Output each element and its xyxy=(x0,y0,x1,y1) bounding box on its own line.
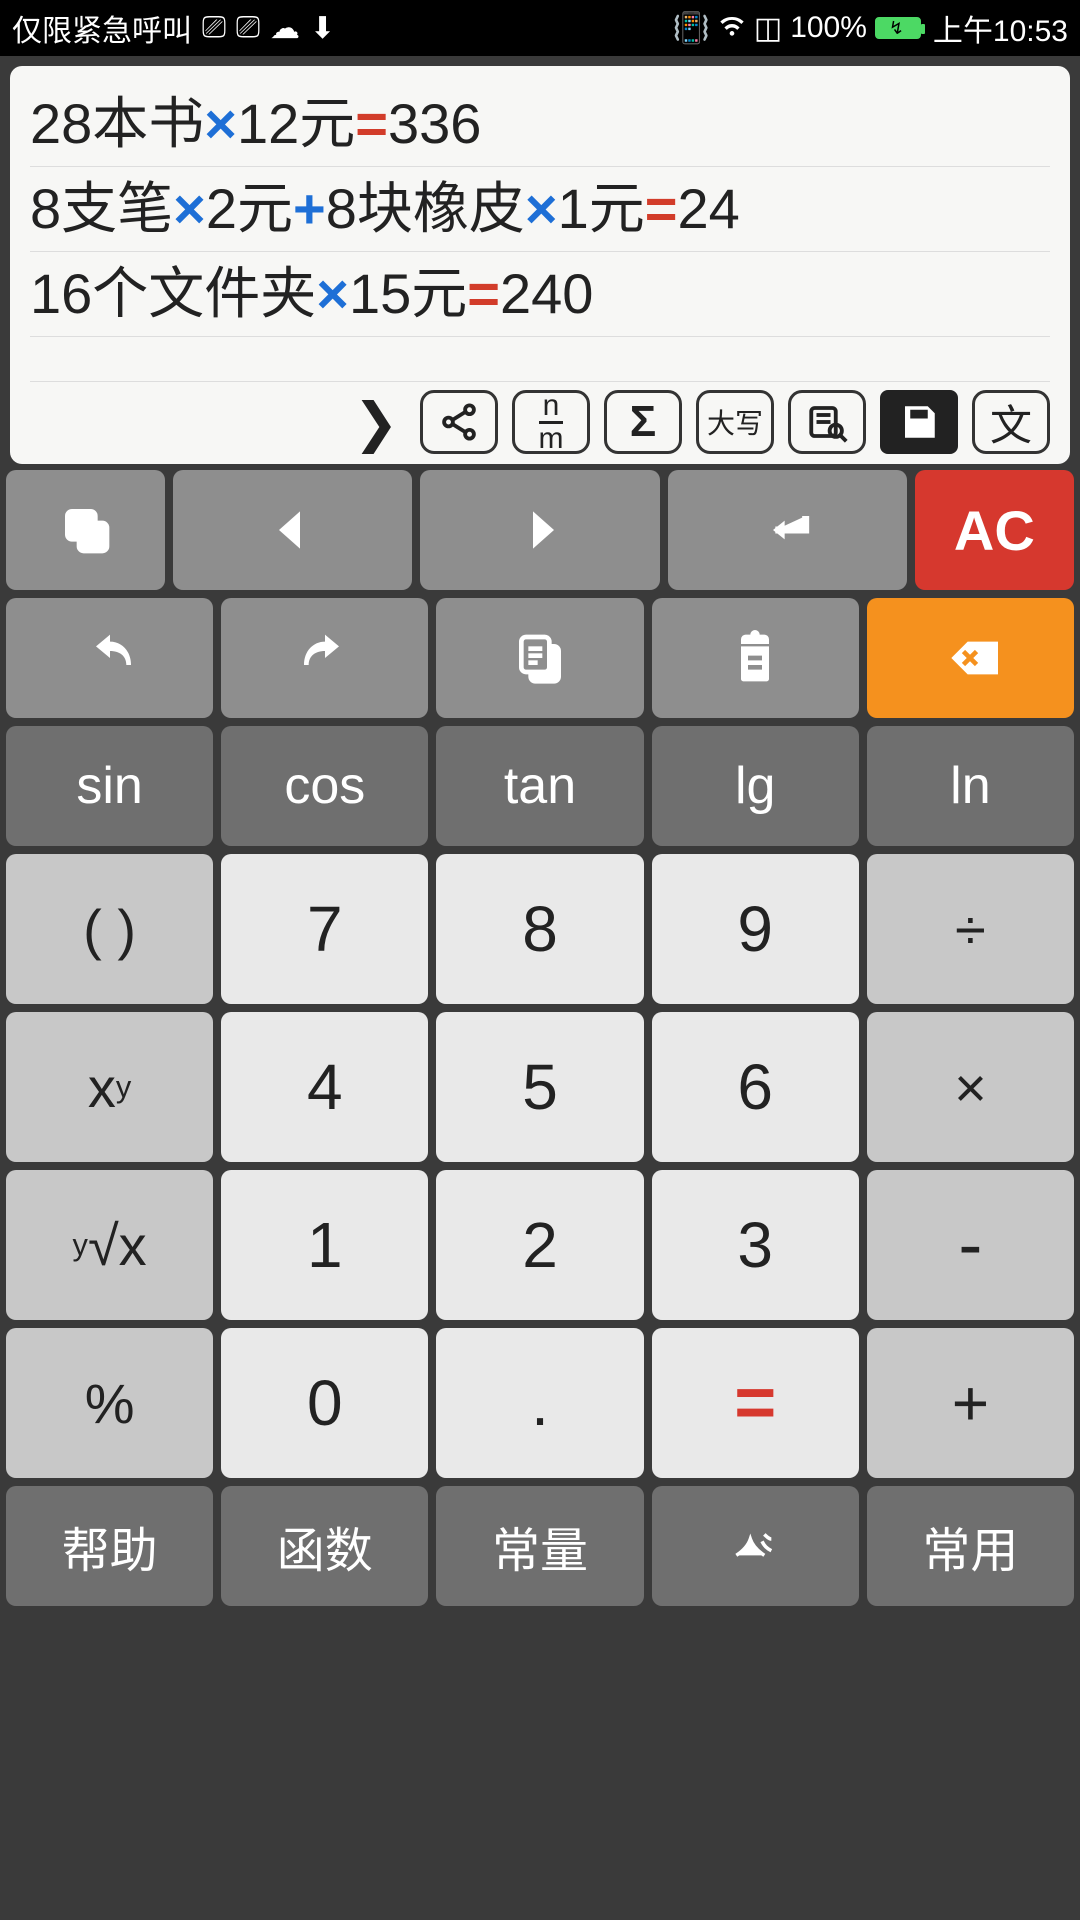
wifi-icon xyxy=(718,10,746,46)
status-time: 上午10:53 xyxy=(933,6,1068,50)
divide-button[interactable]: ÷ xyxy=(867,854,1074,1004)
text-mode-button[interactable]: 文 xyxy=(972,390,1050,454)
cursor-right-button[interactable] xyxy=(420,470,659,590)
power-button[interactable]: xy xyxy=(6,1012,213,1162)
battery-saver-icon: ◫ xyxy=(754,11,782,46)
display-toolbar: ❯ nm Σ 大写 文 xyxy=(30,382,1050,458)
expand-icon[interactable]: ❯ xyxy=(346,390,406,454)
plus-button[interactable]: + xyxy=(867,1328,1074,1478)
history-search-icon[interactable] xyxy=(788,390,866,454)
multiply-button[interactable]: × xyxy=(867,1012,1074,1162)
digit-3-button[interactable]: 3 xyxy=(652,1170,859,1320)
copy-button[interactable] xyxy=(436,598,643,718)
all-clear-button[interactable]: AC xyxy=(915,470,1074,590)
decimal-button[interactable]: . xyxy=(436,1328,643,1478)
tan-button[interactable]: tan xyxy=(436,726,643,846)
digit-8-button[interactable]: 8 xyxy=(436,854,643,1004)
fraction-icon[interactable]: nm xyxy=(512,390,590,454)
status-network-text: 仅限紧急呼叫 xyxy=(12,6,192,50)
expression-line[interactable]: 8支笔×2元+8块橡皮×1元=24 xyxy=(30,167,1050,252)
digit-1-button[interactable]: 1 xyxy=(221,1170,428,1320)
functions-button[interactable]: 函数 xyxy=(221,1486,428,1606)
digit-7-button[interactable]: 7 xyxy=(221,854,428,1004)
copy-screen-button[interactable] xyxy=(6,470,165,590)
share-icon[interactable] xyxy=(420,390,498,454)
digit-9-button[interactable]: 9 xyxy=(652,854,859,1004)
digit-0-button[interactable]: 0 xyxy=(221,1328,428,1478)
usb-icon: ⎚ xyxy=(202,11,226,45)
expression-line[interactable]: 16个文件夹×15元=240 xyxy=(30,252,1050,337)
sin-button[interactable]: sin xyxy=(6,726,213,846)
digit-2-button[interactable]: 2 xyxy=(436,1170,643,1320)
backspace-button[interactable] xyxy=(867,598,1074,718)
sigma-icon[interactable]: Σ xyxy=(604,390,682,454)
ln-button[interactable]: ln xyxy=(867,726,1074,846)
keypad: AC sin cos tan lg ln ( ) 7 8 9 ÷ xy 4 xyxy=(0,464,1080,1612)
help-button[interactable]: 帮助 xyxy=(6,1486,213,1606)
vibrate-icon: 📳 xyxy=(672,11,709,46)
undo-button[interactable] xyxy=(6,598,213,718)
download-icon: ⬇ xyxy=(310,11,335,46)
voice-button[interactable] xyxy=(652,1486,859,1606)
constants-button[interactable]: 常量 xyxy=(436,1486,643,1606)
paste-button[interactable] xyxy=(652,598,859,718)
cloud-icon: ☁ xyxy=(270,11,300,46)
enter-button[interactable] xyxy=(668,470,907,590)
battery-icon: ↯ xyxy=(875,17,921,39)
nth-root-button[interactable]: y√x xyxy=(6,1170,213,1320)
parentheses-button[interactable]: ( ) xyxy=(6,854,213,1004)
usb-icon-2: ⎚ xyxy=(236,11,260,45)
status-bar: 仅限紧急呼叫 ⎚ ⎚ ☁ ⬇ 📳 ◫ 100% ↯ 上午10:53 xyxy=(0,0,1080,56)
cursor-left-button[interactable] xyxy=(173,470,412,590)
digit-6-button[interactable]: 6 xyxy=(652,1012,859,1162)
equals-button[interactable]: = xyxy=(652,1328,859,1478)
lg-button[interactable]: lg xyxy=(652,726,859,846)
percent-button[interactable]: % xyxy=(6,1328,213,1478)
cos-button[interactable]: cos xyxy=(221,726,428,846)
favorites-button[interactable]: 常用 xyxy=(867,1486,1074,1606)
expression-line[interactable]: 28本书×12元=336 xyxy=(30,82,1050,167)
battery-percent: 100% xyxy=(790,11,867,45)
digit-5-button[interactable]: 5 xyxy=(436,1012,643,1162)
digit-4-button[interactable]: 4 xyxy=(221,1012,428,1162)
save-icon[interactable] xyxy=(880,390,958,454)
minus-button[interactable]: - xyxy=(867,1170,1074,1320)
redo-button[interactable] xyxy=(221,598,428,718)
calc-display: 28本书×12元=3368支笔×2元+8块橡皮×1元=2416个文件夹×15元=… xyxy=(10,66,1070,464)
uppercase-button[interactable]: 大写 xyxy=(696,390,774,454)
